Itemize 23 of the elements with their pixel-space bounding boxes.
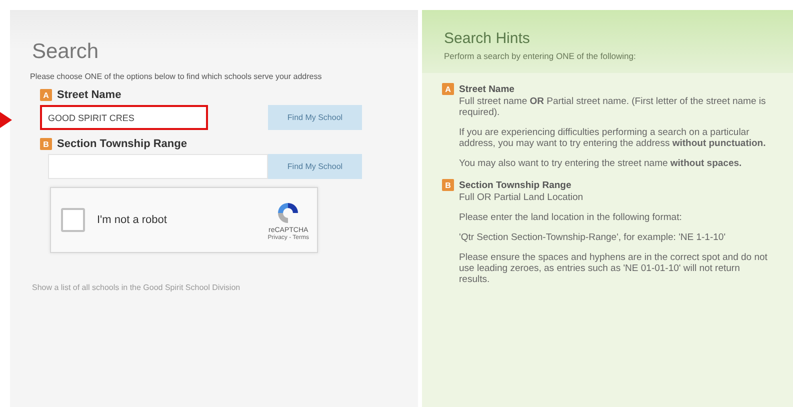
option-label: Street Name <box>57 89 122 101</box>
hint-text: If you are experiencing difficulties performing a search on a particular address, you may want to try entering the address without punctuation. <box>459 127 767 149</box>
hints-subtitle: Perform a search by entering ONE of the following: <box>444 51 637 61</box>
hint-text: Full OR Partial Land Location <box>459 192 584 203</box>
arrow-icon <box>0 112 12 128</box>
hint-text: Please ensure the spaces and hyphens are in the correct spot and do not use leading zeroes, as entries such as 'NE 01-01-10' will not return results. <box>459 252 768 285</box>
option-badge: A <box>40 89 52 101</box>
option-badge: B <box>40 138 52 150</box>
hint-text: Please enter the land location in the following format: <box>459 212 683 223</box>
schools-list-link[interactable]: Show a list of all schools in the Good Spirit School Division <box>32 283 418 292</box>
hint-text: 'Qtr Section Section-Township-Range', for example: 'NE 1-1-10' <box>459 232 727 243</box>
hint-heading: Street Name <box>459 84 514 94</box>
hint-badge: B <box>442 179 454 191</box>
instructions-text: Please choose ONE of the options below to find which schools serve your address <box>30 72 323 81</box>
hints-title: Search Hints <box>444 30 531 47</box>
option-label: Section Township Range <box>57 138 187 150</box>
hint-text: You may also want to try entering the street name without spaces. <box>459 158 743 169</box>
hint-heading: Section Township Range <box>459 180 572 190</box>
captcha-checkbox[interactable] <box>61 208 85 232</box>
hint-text: Full street name OR Partial street name. (First letter of the street name is required). <box>459 96 767 118</box>
hint-badge: A <box>442 83 454 95</box>
captcha-label: I'm not a robot <box>97 214 168 226</box>
search-title: Search <box>32 40 100 64</box>
